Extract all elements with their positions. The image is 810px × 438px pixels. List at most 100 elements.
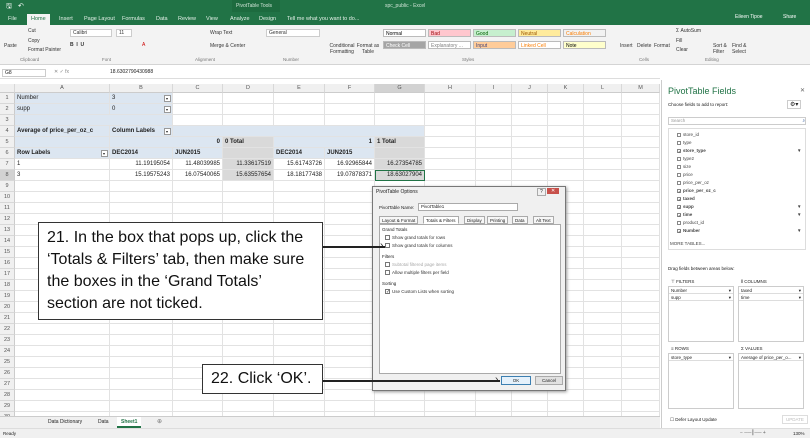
cell[interactable] xyxy=(325,346,375,357)
cell[interactable] xyxy=(15,379,110,390)
sort-filter-button[interactable]: Sort & Filter xyxy=(713,43,729,55)
cell[interactable] xyxy=(584,181,622,192)
cell[interactable] xyxy=(325,181,375,192)
cell[interactable] xyxy=(622,115,660,126)
row-header[interactable]: 16 xyxy=(0,258,15,269)
pivot-cell[interactable]: Number xyxy=(15,93,110,104)
cell[interactable] xyxy=(622,214,660,225)
pivot-cell[interactable]: JUN2015 xyxy=(325,148,375,159)
filter-item[interactable]: Number xyxy=(669,287,733,294)
filter-dropdown-icon[interactable]: ▾ xyxy=(101,150,108,157)
cell[interactable] xyxy=(584,280,622,291)
cell[interactable] xyxy=(476,401,512,412)
tab-review[interactable]: Review xyxy=(174,14,200,25)
cell[interactable] xyxy=(584,357,622,368)
sheet-tab-data[interactable]: Data xyxy=(98,419,109,425)
cell[interactable] xyxy=(274,401,325,412)
font-size-select[interactable]: 11 xyxy=(116,29,132,37)
cell[interactable] xyxy=(622,126,660,137)
row-item[interactable]: store_type xyxy=(669,354,733,361)
cell[interactable] xyxy=(622,93,660,104)
row-header[interactable]: 3 xyxy=(0,115,15,126)
cell[interactable] xyxy=(274,104,325,115)
field-type2[interactable]: type2 xyxy=(677,156,694,161)
cell[interactable] xyxy=(325,214,375,225)
tab-printing[interactable]: Printing xyxy=(487,216,509,224)
row-header[interactable]: 4 xyxy=(0,126,15,137)
column-header[interactable]: H xyxy=(425,84,476,93)
cell[interactable] xyxy=(223,115,274,126)
cell[interactable] xyxy=(622,379,660,390)
cell[interactable] xyxy=(584,203,622,214)
pivot-cell[interactable]: 16.27354785 xyxy=(375,159,425,170)
field-checkbox[interactable] xyxy=(677,180,681,185)
share-button[interactable]: Share xyxy=(783,14,796,20)
undo-icon[interactable]: ↶ xyxy=(18,2,24,10)
field-checkbox[interactable]: ✓ xyxy=(677,148,681,153)
cell[interactable] xyxy=(622,280,660,291)
cell[interactable] xyxy=(584,214,622,225)
user-name[interactable]: Eileen Tipoe xyxy=(735,14,763,20)
cell[interactable] xyxy=(476,93,512,104)
pivottable-name-input[interactable]: PivotTable1 xyxy=(418,203,518,211)
tab-formulas[interactable]: Formulas xyxy=(118,14,149,25)
pivot-cell[interactable]: DEC2014 xyxy=(110,148,173,159)
pivot-cell[interactable]: 1 xyxy=(274,137,375,148)
cell[interactable] xyxy=(622,247,660,258)
cell[interactable] xyxy=(512,126,548,137)
conditional-formatting-button[interactable]: Conditional Formatting xyxy=(328,43,356,55)
cell[interactable] xyxy=(425,170,476,181)
cell[interactable] xyxy=(274,335,325,346)
row-header[interactable]: 15 xyxy=(0,247,15,258)
cell[interactable] xyxy=(325,390,375,401)
name-box[interactable]: G8 xyxy=(2,69,46,77)
row-header[interactable]: 9 xyxy=(0,181,15,192)
cell[interactable] xyxy=(622,225,660,236)
row-header[interactable]: 28 xyxy=(0,390,15,401)
cell[interactable] xyxy=(15,357,110,368)
cell[interactable] xyxy=(584,335,622,346)
selected-cell[interactable] xyxy=(375,170,425,181)
cell[interactable] xyxy=(622,401,660,412)
cell[interactable] xyxy=(173,346,223,357)
cell[interactable] xyxy=(584,126,622,137)
tab-totals-filters[interactable]: Totals & Filters xyxy=(423,216,459,224)
field-type[interactable]: type xyxy=(677,140,692,145)
format-button[interactable]: Format xyxy=(654,43,670,49)
cell[interactable] xyxy=(584,291,622,302)
copy-button[interactable]: Copy xyxy=(28,38,40,44)
tab-design[interactable]: Design xyxy=(255,14,280,25)
pivot-cell[interactable]: supp xyxy=(15,104,110,115)
row-header[interactable]: 12 xyxy=(0,214,15,225)
cell[interactable] xyxy=(110,335,173,346)
cell[interactable] xyxy=(476,170,512,181)
row-header[interactable]: 23 xyxy=(0,335,15,346)
cell-style-6[interactable]: Explanatory ... xyxy=(428,41,471,49)
pivot-cell[interactable]: 11.19195054 xyxy=(110,159,173,170)
cell[interactable] xyxy=(110,357,173,368)
cell[interactable] xyxy=(584,93,622,104)
field-supp[interactable]: ✓ supp xyxy=(677,204,694,209)
cell[interactable] xyxy=(622,192,660,203)
filters-area[interactable]: Number supp xyxy=(668,286,734,342)
format-as-table-button[interactable]: Format as Table xyxy=(356,43,380,55)
tab-insert[interactable]: Insert xyxy=(55,14,77,25)
cell[interactable] xyxy=(584,258,622,269)
cell-style-5[interactable]: Check Cell xyxy=(383,41,426,49)
cell[interactable] xyxy=(548,159,584,170)
filter-dropdown-icon[interactable]: ▾ xyxy=(164,128,171,135)
row-header[interactable]: 11 xyxy=(0,203,15,214)
number-format-select[interactable]: General xyxy=(266,29,320,37)
cell[interactable] xyxy=(512,148,548,159)
cell[interactable] xyxy=(425,104,476,115)
pivot-cell[interactable]: 1 Total xyxy=(375,137,425,148)
cell[interactable] xyxy=(425,126,476,137)
cell[interactable] xyxy=(110,379,173,390)
pivot-cell[interactable]: Row Labels xyxy=(15,148,110,159)
cell[interactable] xyxy=(425,93,476,104)
cell[interactable] xyxy=(325,93,375,104)
cell[interactable] xyxy=(274,93,325,104)
cell[interactable] xyxy=(622,137,660,148)
row-header[interactable]: 8 xyxy=(0,170,15,181)
pivot-cell[interactable] xyxy=(15,137,110,148)
